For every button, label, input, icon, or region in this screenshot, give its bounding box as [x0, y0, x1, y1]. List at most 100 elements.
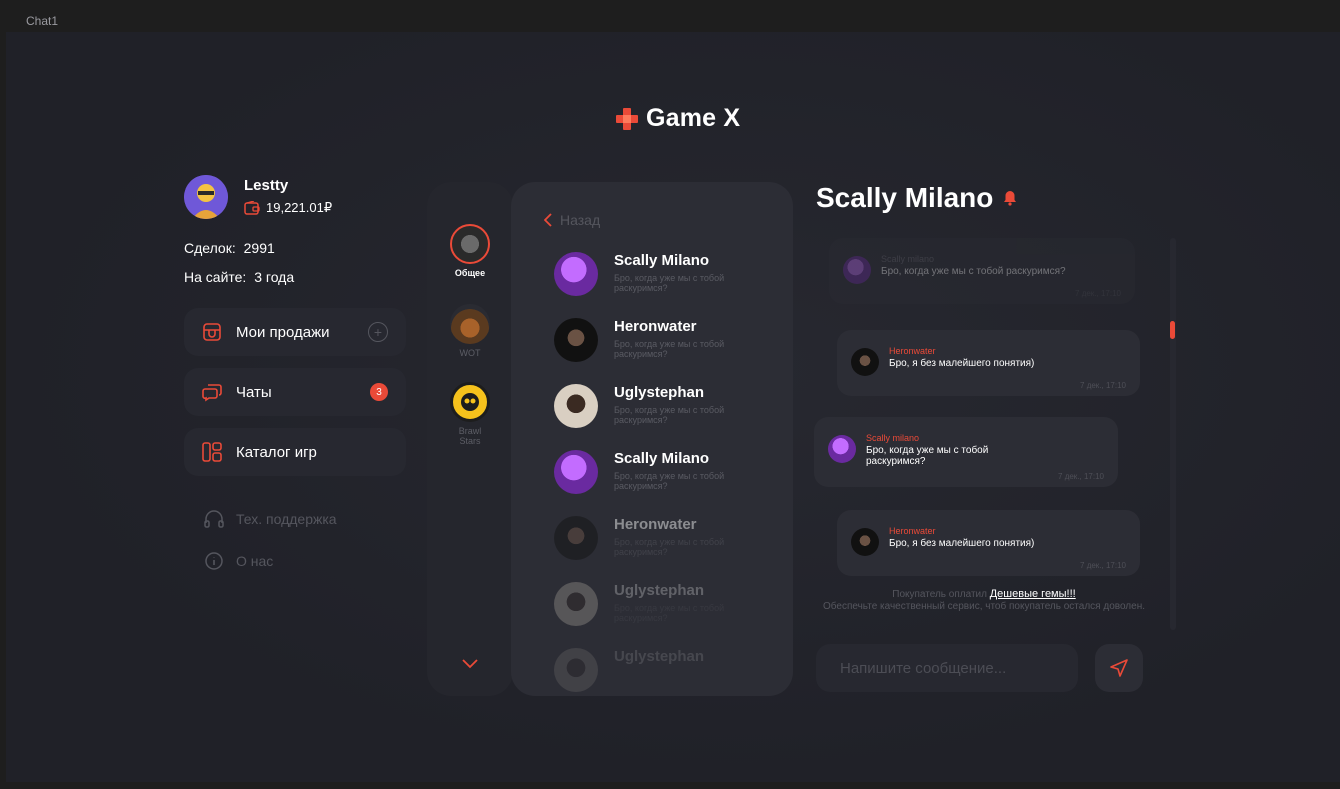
contact-avatar: [554, 516, 598, 560]
chat-list-item[interactable]: Heronwater Бро, когда уже мы с тобой рас…: [554, 516, 774, 568]
unread-badge: 3: [370, 383, 388, 401]
contact-name: Uglystephan: [614, 384, 705, 401]
message-input-container: [816, 644, 1078, 692]
scrollbar-track[interactable]: [1170, 238, 1176, 630]
contact-avatar: [554, 648, 598, 692]
add-sale-icon[interactable]: +: [368, 322, 388, 342]
contact-avatar: [554, 450, 598, 494]
contact-name: Heronwater: [614, 516, 697, 533]
payment-notice: Покупатель оплатил Дешевые гемы!!! Обесп…: [814, 588, 1154, 613]
username: Lestty: [244, 177, 289, 194]
scrollbar-thumb[interactable]: [1170, 321, 1175, 339]
contact-avatar: [554, 384, 598, 428]
chevron-down-icon[interactable]: [462, 656, 478, 674]
game-tab-brawl[interactable]: Brawl Stars: [427, 382, 513, 446]
catalog-grid-icon: [202, 442, 222, 462]
chat-list-item[interactable]: Scally Milano Бро, когда уже мы с тобой …: [554, 252, 774, 304]
gamex-cross-icon: [616, 107, 638, 130]
wot-tank-icon: [450, 304, 490, 344]
message-input[interactable]: [838, 658, 1062, 678]
message-text: Бро, когда уже мы с тобой раскуримся?: [866, 445, 989, 467]
message-preview: Бро, когда уже мы с тобой раскуримся?: [614, 339, 725, 359]
sender-avatar: [843, 256, 871, 284]
message-bubble: Heronwater Бро, я без малейшего понятия)…: [837, 330, 1140, 396]
deals-value: 2991: [243, 240, 275, 256]
general-game-icon: [450, 224, 490, 264]
sender-avatar: [851, 348, 879, 376]
brawl-stars-skull-icon: [450, 382, 490, 422]
back-label: Назад: [560, 212, 601, 228]
notice-text: Обеспечьте качественный сервис, чтоб пок…: [822, 601, 1145, 612]
back-button[interactable]: Назад: [544, 212, 600, 228]
user-avatar[interactable]: [184, 175, 228, 219]
window-title: Chat1: [26, 14, 59, 28]
catalog-label: Каталог игр: [236, 443, 317, 461]
chat-list-item[interactable]: Scally Milano Бро, когда уже мы с тобой …: [554, 450, 774, 502]
headphones-icon: [204, 510, 224, 528]
sender-name: Heronwater: [889, 526, 936, 536]
shop-icon: [203, 323, 221, 341]
sender-name: Scally milano: [866, 433, 920, 443]
bell-icon[interactable]: [1003, 190, 1017, 206]
on-site-stat: На сайте: 3 года: [184, 269, 298, 285]
chevron-left-icon: [544, 213, 552, 227]
deals-label: Сделок:: [184, 240, 236, 256]
message-time: 7 дек., 17:10: [1080, 381, 1126, 390]
brand-logo[interactable]: Game X: [616, 104, 740, 133]
sender-avatar: [828, 435, 856, 463]
contact-avatar: [554, 318, 598, 362]
game-label-wot: WOT: [459, 348, 481, 358]
message-preview: Бро, когда уже мы с тобой раскуримся?: [614, 603, 725, 623]
sender-name: Heronwater: [889, 346, 936, 356]
message-preview: Бро, когда уже мы с тобой раскуримся?: [614, 273, 725, 293]
chats-button[interactable]: Чаты 3: [184, 368, 406, 416]
send-button[interactable]: [1095, 644, 1143, 692]
wallet-icon: [244, 201, 260, 215]
game-tab-general[interactable]: Общее: [427, 224, 513, 278]
message-preview: Бро, когда уже мы с тобой раскуримся?: [614, 471, 725, 491]
sender-name: Scally milano: [881, 254, 935, 264]
conversation-header: Scally Milano: [816, 182, 1017, 214]
message-time: 7 дек., 17:10: [1058, 472, 1104, 481]
chat-list-item[interactable]: Uglystephan Бро, когда уже мы с тобой ра…: [554, 582, 774, 634]
contact-name: Scally Milano: [614, 252, 710, 269]
conversation-title: Scally Milano: [816, 182, 994, 213]
message-preview: Бро, когда уже мы с тобой раскуримся?: [614, 537, 725, 557]
chat-list-item[interactable]: Uglystephan Бро, когда уже мы с тобой ра…: [554, 384, 774, 436]
support-link[interactable]: Тех. поддержка: [204, 510, 337, 528]
message-text: Бро, я без малейшего понятия): [889, 358, 1035, 369]
message-text: Бро, я без малейшего понятия): [889, 538, 1035, 549]
info-icon: [205, 552, 223, 570]
game-label-brawl: Brawl Stars: [458, 426, 482, 446]
contact-name: Uglystephan: [614, 648, 705, 665]
balance: 19,221.01₽: [244, 200, 332, 216]
about-label: О нас: [236, 553, 274, 569]
message-text: Бро, когда уже мы с тобой раскуримся?: [881, 266, 1066, 277]
chat-list-item[interactable]: Uglystephan: [554, 648, 774, 700]
chats-label: Чаты: [236, 383, 272, 401]
contact-avatar: [554, 582, 598, 626]
message-bubble: Scally milano Бро, когда уже мы с тобой …: [814, 417, 1118, 487]
order-link[interactable]: Дешевые гемы!!!: [990, 588, 1076, 600]
contact-name: Heronwater: [614, 318, 697, 335]
my-sales-label: Мои продажи: [236, 323, 330, 341]
catalog-button[interactable]: Каталог игр: [184, 428, 406, 476]
chat-bubbles-icon: [202, 384, 222, 402]
my-sales-button[interactable]: Мои продажи +: [184, 308, 406, 356]
contact-name: Uglystephan: [614, 582, 705, 599]
message-bubble: Scally milano Бро, когда уже мы с тобой …: [829, 238, 1135, 304]
about-link[interactable]: О нас: [204, 551, 273, 571]
message-bubble: Heronwater Бро, я без малейшего понятия)…: [837, 510, 1140, 576]
send-icon: [1110, 659, 1128, 677]
app-frame: Game X Lestty 19,221.01₽ Сделок: 2991 На…: [6, 32, 1340, 782]
contact-name: Scally Milano: [614, 450, 710, 467]
brand-name: Game X: [646, 104, 741, 132]
message-time: 7 дек., 17:10: [1080, 561, 1126, 570]
message-time: 7 дек., 17:10: [1075, 289, 1121, 298]
chat-list-item[interactable]: Heronwater Бро, когда уже мы с тобой рас…: [554, 318, 774, 370]
contact-avatar: [554, 252, 598, 296]
game-tab-wot[interactable]: WOT: [427, 304, 513, 358]
on-site-value: 3 года: [254, 269, 295, 285]
game-label-general: Общее: [454, 268, 486, 278]
message-preview: Бро, когда уже мы с тобой раскуримся?: [614, 405, 725, 425]
